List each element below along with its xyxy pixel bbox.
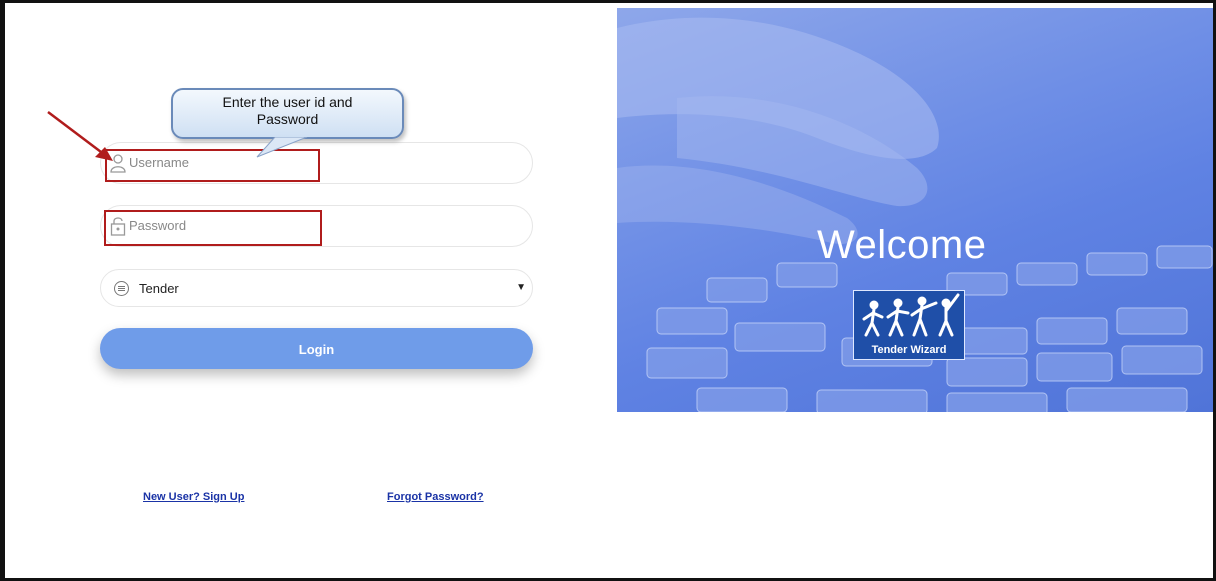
password-placeholder: Password (129, 218, 187, 233)
arrow-annotation-icon (47, 111, 113, 161)
tender-wizard-logo: Tender Wizard (853, 290, 965, 360)
forgot-password-link[interactable]: Forgot Password? (387, 491, 484, 503)
logo-caption: Tender Wizard (871, 344, 947, 356)
people-logo-icon (862, 293, 960, 337)
welcome-heading: Welcome (817, 223, 987, 267)
caret-down-icon: ▼ (516, 282, 526, 293)
category-selected-value: Tender (139, 281, 179, 296)
list-icon (114, 281, 129, 296)
category-select[interactable]: Tender ▼ (100, 269, 533, 307)
page-frame: Welcome Tender Wizard Username Password … (0, 0, 1216, 581)
callout-line-1: Enter the user id and (222, 94, 353, 110)
instruction-callout: Enter the user id and Password (171, 88, 404, 139)
login-button[interactable]: Login (100, 328, 533, 369)
callout-pointer (256, 137, 308, 158)
signup-link[interactable]: New User? Sign Up (143, 491, 244, 503)
username-placeholder: Username (129, 155, 189, 170)
lock-icon (110, 217, 126, 236)
callout-line-2: Password (256, 111, 319, 127)
password-field[interactable]: Password (100, 205, 533, 247)
